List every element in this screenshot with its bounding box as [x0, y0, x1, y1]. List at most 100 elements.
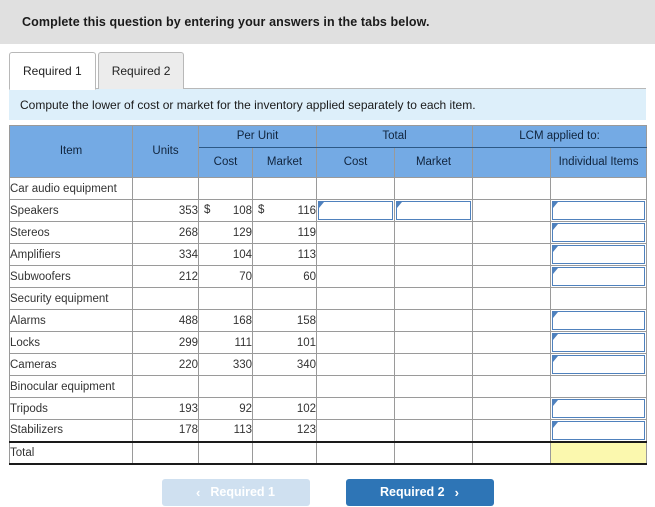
cell-per-unit-cost-value: 104	[232, 248, 252, 261]
table-row: Locks 299 111 101	[9, 331, 648, 354]
cell-item-name: Amplifiers	[9, 243, 133, 266]
cell-per-unit-cost-value: 70	[239, 270, 252, 283]
col-group-header-lcm-applied-to: LCM applied to:	[472, 125, 648, 148]
cell-per-unit-market-value: 158	[296, 314, 317, 327]
next-required-2-button[interactable]: Required 2 ›	[345, 478, 494, 506]
cell-per-unit-cost-value: 330	[232, 358, 252, 371]
inventory-table: Item Units Per Unit Total LCM applied to…	[9, 125, 648, 465]
cell-lcm-individual-items-field[interactable]	[552, 267, 646, 286]
table-row: Alarms 488 168 158	[9, 309, 648, 332]
cell-lcm-individual-items-field[interactable]	[552, 333, 646, 352]
cell-per-unit-market-value: 123	[296, 424, 317, 437]
cell-per-unit-market: $116	[251, 199, 318, 222]
cell-item-name: Total	[9, 440, 133, 465]
table-row: Amplifiers 334 104 113	[9, 243, 648, 266]
cell-total-market	[394, 331, 474, 354]
col-group-header-per-unit: Per Unit	[197, 125, 318, 148]
previous-required-1-button[interactable]: ‹ Required 1	[161, 478, 310, 506]
cell-total-market	[394, 265, 474, 288]
cell-per-unit-cost-value: 111	[234, 336, 252, 349]
cell-item-name: Tripods	[9, 397, 133, 420]
table-header-row-1: Item Units Per Unit Total LCM applied to…	[9, 125, 648, 178]
cell-per-unit-market: 101	[251, 331, 318, 354]
cell-lcm-blank	[472, 265, 552, 288]
cell-total-cost-field[interactable]	[318, 201, 394, 220]
instruction-banner-text: Complete this question by entering your …	[22, 15, 430, 29]
cell-lcm-individual-items-field[interactable]	[552, 311, 646, 330]
cell-lcm-individual-items[interactable]	[550, 331, 648, 354]
chevron-left-icon: ‹	[196, 484, 201, 500]
cell-per-unit-market-value: 113	[297, 248, 317, 261]
tab-required-1[interactable]: Required 1	[9, 52, 96, 90]
cell-total-market	[394, 440, 474, 465]
cell-lcm-individual-items[interactable]	[550, 243, 648, 266]
table-row: Binocular equipment	[9, 375, 648, 398]
cell-per-unit-cost: 70	[198, 265, 253, 288]
cell-lcm-individual-items[interactable]	[550, 419, 648, 442]
cell-units	[132, 287, 199, 310]
cell-per-unit-cost: 111	[198, 331, 253, 354]
inventory-table-container: Item Units Per Unit Total LCM applied to…	[9, 125, 648, 465]
cell-total-cost	[316, 419, 396, 442]
cell-units	[132, 375, 199, 398]
cell-lcm-individual-items[interactable]	[550, 353, 648, 376]
cell-lcm-individual-items-field[interactable]	[552, 399, 646, 418]
cell-lcm-individual-items	[550, 440, 648, 465]
cell-lcm-individual-items[interactable]	[550, 221, 648, 244]
cell-total-market	[394, 353, 474, 376]
cell-per-unit-market	[251, 177, 318, 200]
table-row: Car audio equipment	[9, 177, 648, 200]
tab-strip: Required 1 Required 2	[0, 44, 655, 90]
cell-total-market[interactable]	[394, 199, 474, 222]
cell-per-unit-cost-value: 129	[232, 226, 252, 239]
cell-lcm-blank	[472, 375, 552, 398]
cell-total-cost	[316, 397, 396, 420]
cell-lcm-blank	[472, 397, 552, 420]
inventory-table-head: Item Units Per Unit Total LCM applied to…	[9, 125, 648, 178]
cell-lcm-individual-items-field[interactable]	[552, 355, 646, 374]
tab-required-2[interactable]: Required 2	[97, 52, 185, 89]
previous-button-label: Required 1	[210, 485, 275, 499]
cell-lcm-blank	[472, 287, 552, 310]
cell-per-unit-market-value: 119	[297, 226, 317, 239]
cell-lcm-blank	[472, 440, 552, 465]
cell-lcm-individual-items	[550, 287, 648, 310]
col-header-total-cost: Cost	[316, 147, 396, 178]
cell-per-unit-cost: 168	[198, 309, 253, 332]
cell-units: 178	[132, 419, 199, 442]
cell-total-cost	[316, 353, 396, 376]
currency-symbol: $	[204, 204, 211, 216]
cell-total-market-field[interactable]	[396, 201, 472, 220]
sub-instruction-bar: Compute the lower of cost or market for …	[9, 89, 646, 120]
inventory-table-body: Car audio equipment Speakers 353 $108 $116 St…	[9, 177, 648, 465]
cell-total-market	[394, 419, 474, 442]
cell-item-name: Binocular equipment	[9, 375, 133, 398]
cell-units: 488	[132, 309, 199, 332]
cell-total-market	[394, 397, 474, 420]
cell-total-market	[394, 375, 474, 398]
cell-lcm-individual-items[interactable]	[550, 397, 648, 420]
cell-lcm-individual-items[interactable]	[550, 309, 648, 332]
cell-per-unit-market-value: 102	[296, 402, 317, 415]
cell-per-unit-market	[251, 287, 318, 310]
table-row: Total	[9, 440, 648, 465]
cell-lcm-blank	[472, 199, 552, 222]
chevron-right-icon: ›	[454, 484, 459, 500]
col-header-lcm-blank	[472, 147, 552, 178]
cell-lcm-blank	[472, 177, 552, 200]
cell-lcm-individual-items-field[interactable]	[552, 201, 646, 220]
cell-total-cost[interactable]	[316, 199, 396, 222]
cell-lcm-individual-items[interactable]	[550, 265, 648, 288]
cell-per-unit-cost: $108	[198, 199, 253, 222]
cell-lcm-individual-items-field[interactable]	[552, 223, 646, 242]
cell-total-market	[394, 309, 474, 332]
cell-lcm-blank	[472, 331, 552, 354]
tab-required-2-label: Required 2	[111, 64, 171, 78]
cell-item-name: Speakers	[9, 199, 133, 222]
cell-lcm-individual-items[interactable]	[550, 199, 648, 222]
table-row: Tripods 193 92 102	[9, 397, 648, 420]
cell-units	[132, 440, 199, 465]
cell-lcm-individual-items-field[interactable]	[552, 245, 646, 264]
cell-lcm-individual-items-field[interactable]	[552, 421, 646, 440]
cell-item-name: Locks	[9, 331, 133, 354]
